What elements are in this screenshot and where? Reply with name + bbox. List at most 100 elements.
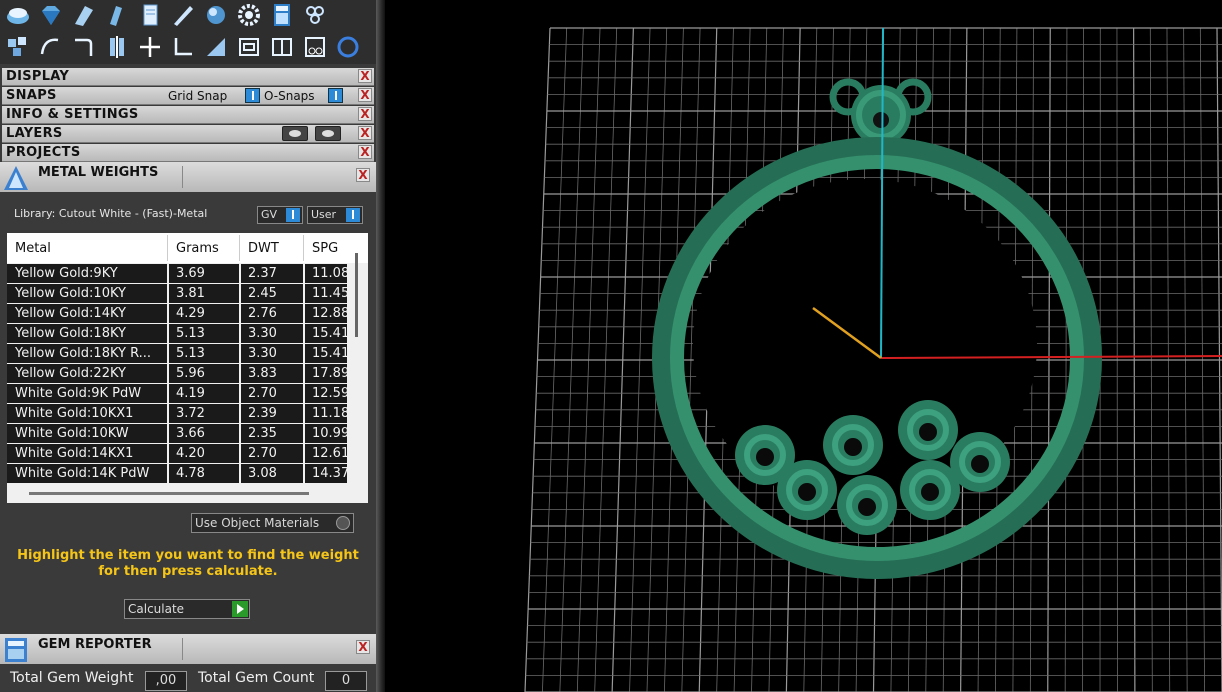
user-toggle[interactable]: User — [307, 206, 363, 224]
metal-weights-header[interactable]: METAL WEIGHTS X — [0, 162, 376, 192]
pendant-model[interactable] — [652, 27, 1222, 579]
use-object-materials-button[interactable]: Use Object Materials — [191, 513, 354, 533]
scale-icon[interactable] — [200, 33, 231, 61]
gem-reporter-title: GEM REPORTER — [38, 637, 152, 652]
unlink-icon[interactable] — [266, 33, 297, 61]
info-close-button[interactable]: X — [358, 107, 372, 121]
layers-section-header[interactable]: LAYERS X — [2, 125, 374, 143]
snaps-section-header[interactable]: SNAPS Grid Snap O-Snaps X — [2, 87, 374, 105]
snaps-close-button[interactable]: X — [358, 88, 372, 102]
table-cell: 2.70 — [248, 446, 277, 461]
table-row[interactable]: Yellow Gold:18KY R... 5.13 3.30 15.41 — [7, 343, 349, 364]
curve-icon[interactable] — [35, 33, 66, 61]
eye-icon[interactable] — [315, 126, 341, 141]
cluster-icon[interactable] — [299, 1, 330, 29]
table-cell: 5.13 — [176, 346, 205, 361]
cell-divider — [239, 444, 241, 464]
calculate-button[interactable]: Calculate — [124, 599, 250, 619]
table-row[interactable]: White Gold:9K PdW 4.19 2.70 12.59 — [7, 383, 349, 404]
setting-hole — [921, 483, 939, 501]
sphere-icon[interactable] — [200, 1, 231, 29]
display-section-header[interactable]: DISPLAY X — [2, 68, 374, 86]
o-snaps-toggle[interactable] — [328, 88, 343, 103]
layers-close-button[interactable]: X — [358, 126, 372, 140]
table-cell: 2.76 — [248, 306, 277, 321]
gem-reporter-header[interactable]: GEM REPORTER X — [0, 634, 376, 664]
table-row[interactable]: Yellow Gold:18KY 5.13 3.30 15.41 — [7, 323, 349, 344]
table-cell: 3.83 — [248, 366, 277, 381]
mirror-icon[interactable] — [101, 33, 132, 61]
grid-snap-toggle[interactable] — [245, 88, 260, 103]
table-row[interactable]: Yellow Gold:10KY 3.81 2.45 11.45 — [7, 283, 349, 304]
calculator-icon[interactable] — [266, 1, 297, 29]
points-icon[interactable] — [2, 33, 33, 61]
vertical-scrollbar[interactable] — [355, 253, 358, 337]
table-cell: Yellow Gold:22KY — [15, 366, 126, 381]
info-section-header[interactable]: INFO & SETTINGS X — [2, 106, 374, 124]
cell-divider — [303, 344, 305, 364]
rotate-icon[interactable] — [167, 33, 198, 61]
total-gem-weight-value: ,00 — [145, 671, 187, 691]
fillet-icon[interactable] — [68, 33, 99, 61]
gem-reporter-close-button[interactable]: X — [356, 640, 370, 654]
snaps-title: SNAPS — [6, 88, 57, 103]
toolbar-top — [0, 0, 376, 30]
scissors-icon[interactable] — [299, 33, 330, 61]
gear-icon[interactable] — [233, 1, 264, 29]
metal-weights-close-button[interactable]: X — [356, 168, 370, 182]
table-row[interactable]: White Gold:10KW 3.66 2.35 10.99 — [7, 423, 349, 444]
radio-knob-icon[interactable] — [336, 516, 350, 530]
gem-setting[interactable] — [823, 415, 883, 475]
cell-divider — [303, 424, 305, 444]
table-cell: 11.18 — [312, 406, 350, 421]
total-gem-weight-label: Total Gem Weight — [10, 670, 134, 686]
prong-icon[interactable] — [68, 1, 99, 29]
table-cell: 3.72 — [176, 406, 205, 421]
layer-visibility-icon[interactable] — [282, 126, 308, 141]
cell-divider — [303, 324, 305, 344]
band-icon[interactable] — [101, 1, 132, 29]
gem-setting[interactable] — [950, 432, 1010, 492]
gem-setting[interactable] — [898, 400, 958, 460]
gv-toggle[interactable]: GV — [257, 206, 303, 224]
table-cell: 2.35 — [248, 426, 277, 441]
user-label: User — [311, 208, 337, 221]
panel-splitter[interactable] — [376, 0, 385, 692]
display-close-button[interactable]: X — [358, 69, 372, 83]
display-title: DISPLAY — [6, 69, 70, 84]
table-cell: 3.30 — [248, 326, 277, 341]
cell-divider — [303, 264, 305, 284]
projects-section-header[interactable]: PROJECTS X — [2, 144, 374, 162]
gem-icon[interactable] — [35, 1, 66, 29]
column-header-grams[interactable]: Grams — [176, 241, 219, 256]
viewport-canvas[interactable] — [385, 0, 1222, 692]
table-row[interactable]: White Gold:14K PdW 4.78 3.08 14.37 — [7, 463, 349, 484]
table-header: Metal Grams DWT SPG — [7, 233, 368, 263]
table-row[interactable]: Yellow Gold:9KY 3.69 2.37 11.08 — [7, 263, 349, 284]
user-switch[interactable] — [346, 208, 360, 222]
column-header-spg[interactable]: SPG — [312, 241, 338, 256]
horizontal-scrollbar[interactable] — [29, 492, 309, 495]
ring-icon[interactable] — [332, 33, 363, 61]
gem-setting[interactable] — [777, 460, 837, 520]
3d-viewport[interactable] — [385, 0, 1222, 692]
table-cell: 17.89 — [312, 366, 350, 381]
shape-tool-icon[interactable] — [2, 1, 33, 29]
cell-divider — [239, 284, 241, 304]
link-icon[interactable] — [233, 33, 264, 61]
pen-icon[interactable] — [167, 1, 198, 29]
metal-weights-title: METAL WEIGHTS — [38, 165, 159, 180]
column-header-dwt[interactable]: DWT — [248, 241, 279, 256]
column-header-metal[interactable]: Metal — [15, 241, 51, 256]
table-row[interactable]: Yellow Gold:14KY 4.29 2.76 12.88 — [7, 303, 349, 324]
play-icon[interactable] — [232, 601, 248, 617]
table-row[interactable]: White Gold:10KX1 3.72 2.39 11.18 — [7, 403, 349, 424]
move-icon[interactable] — [134, 33, 165, 61]
gem-setting[interactable] — [837, 475, 897, 535]
table-cell: White Gold:14KX1 — [15, 446, 134, 461]
document-icon[interactable] — [134, 1, 165, 29]
table-row[interactable]: White Gold:14KX1 4.20 2.70 12.61 — [7, 443, 349, 464]
projects-close-button[interactable]: X — [358, 145, 372, 159]
table-row[interactable]: Yellow Gold:22KY 5.96 3.83 17.89 — [7, 363, 349, 384]
gv-switch[interactable] — [286, 208, 300, 222]
